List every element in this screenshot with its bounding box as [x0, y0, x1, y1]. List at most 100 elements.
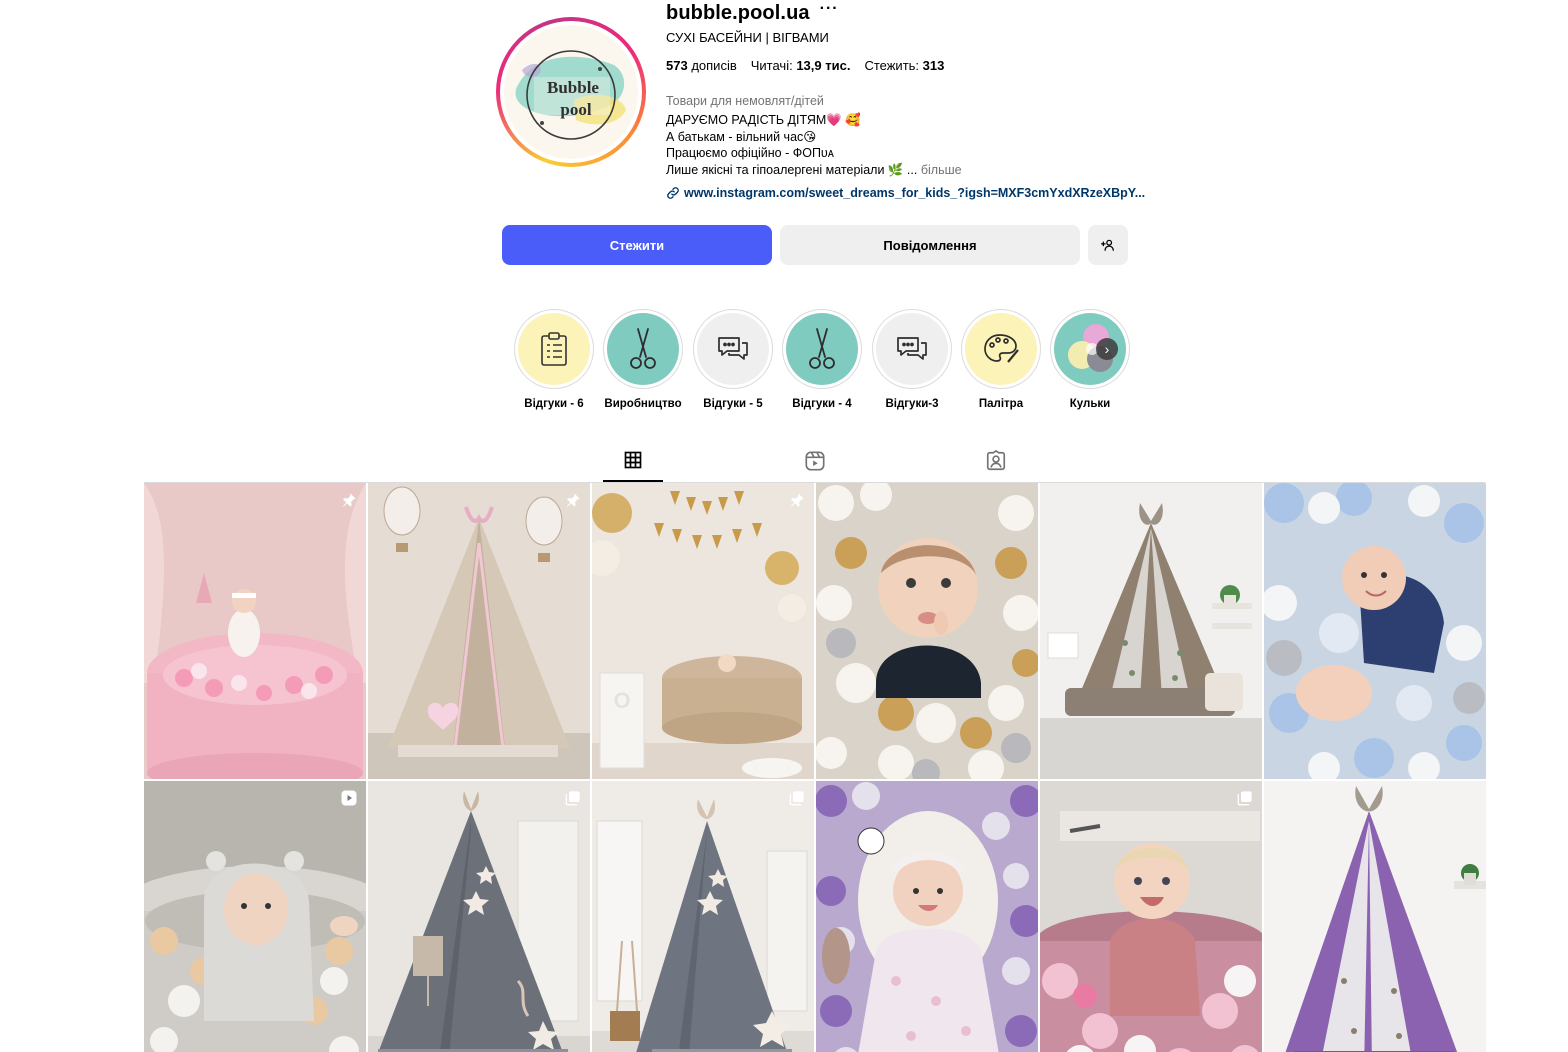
post-tile[interactable] — [1264, 483, 1486, 779]
post-image — [592, 781, 814, 1052]
followers-label: Читачі: — [750, 58, 793, 73]
carousel-icon — [1236, 789, 1254, 807]
clipboard-icon — [541, 332, 567, 366]
tab-reels[interactable] — [785, 448, 845, 482]
bio-line: ДАРУЄМО РАДІСТЬ ДІТЯМ💗 🥰 — [666, 113, 861, 127]
chat-bubbles-icon — [897, 337, 927, 360]
highlight-label: Виробництво — [604, 398, 682, 410]
link-icon — [667, 187, 679, 199]
highlight-ring: › — [1050, 309, 1130, 389]
highlight-cover: › — [1054, 313, 1126, 385]
posts-count-label: дописів — [691, 58, 737, 73]
highlight-cover — [607, 313, 679, 385]
grid-icon — [624, 451, 642, 469]
highlight-item[interactable]: Відгуки-3 — [872, 309, 952, 411]
carousel-icon — [788, 789, 806, 807]
post-tile[interactable] — [592, 781, 814, 1052]
post-image — [368, 781, 590, 1052]
post-image — [1264, 483, 1486, 779]
suggested-accounts-button[interactable] — [1088, 225, 1128, 265]
bio-line: Працюємо офіційно - ФОПᴜᴀ — [666, 146, 834, 160]
post-image — [144, 483, 366, 779]
highlight-ring — [872, 309, 952, 389]
profile-category: Товари для немовлят/дітей — [666, 94, 824, 108]
highlight-label: Відгуки - 5 — [703, 398, 763, 410]
pin-icon — [788, 491, 806, 509]
highlights-next-arrow[interactable]: › — [1096, 338, 1118, 360]
tagged-icon — [986, 450, 1006, 471]
svg-text:O: O — [613, 688, 630, 713]
tab-posts[interactable] — [603, 448, 663, 482]
post-image: O — [592, 483, 814, 779]
post-image — [1040, 483, 1262, 779]
reels-icon — [805, 451, 825, 471]
post-tile[interactable] — [368, 483, 590, 779]
profile-username: bubble.pool.ua — [666, 2, 810, 24]
post-tile[interactable]: O — [592, 483, 814, 779]
highlight-ring — [961, 309, 1041, 389]
profile-info: bubble.pool.ua ··· СУХІ БАСЕЙНИ | ВІГВАМ… — [666, 0, 1146, 201]
username-row: bubble.pool.ua ··· — [666, 0, 1146, 26]
pin-icon — [564, 491, 582, 509]
post-tile[interactable] — [144, 483, 366, 779]
highlight-cover — [876, 313, 948, 385]
highlight-item[interactable]: Палітра — [961, 309, 1041, 411]
add-person-icon — [1101, 239, 1114, 251]
profile-full-name: СУХІ БАСЕЙНИ | ВІГВАМИ — [666, 30, 829, 45]
post-tile[interactable] — [1040, 483, 1262, 779]
post-image — [368, 483, 590, 779]
highlight-item[interactable]: Відгуки - 5 — [693, 309, 773, 411]
posts-count: 573 дописів — [666, 58, 737, 74]
highlight-label: Кульки — [1069, 398, 1111, 410]
followers-value: 13,9 тис. — [796, 58, 851, 73]
following-link[interactable]: Стежить: 313 — [864, 58, 944, 74]
following-value: 313 — [922, 58, 945, 73]
highlight-ring — [514, 309, 594, 389]
highlight-cover — [965, 313, 1037, 385]
profile-bio: ДАРУЄМО РАДІСТЬ ДІТЯМ💗 🥰 А батькам - віл… — [666, 112, 1146, 178]
post-tile[interactable] — [816, 781, 1038, 1052]
profile-avatar[interactable]: Bubble pool — [496, 17, 646, 167]
post-tile[interactable] — [1264, 781, 1486, 1052]
highlight-item[interactable]: Виробництво — [603, 309, 683, 411]
follow-button[interactable]: Стежити — [502, 225, 772, 265]
highlight-label: Відгуки - 6 — [524, 398, 584, 410]
more-options-icon[interactable]: ··· — [820, 1, 839, 17]
avatar-logo: Bubble pool — [504, 25, 638, 159]
chat-bubbles-icon — [718, 337, 748, 360]
post-image — [816, 781, 1038, 1052]
post-tile[interactable] — [144, 781, 366, 1052]
bio-last-line: Лише якісні та гіпоалергені матеріали 🌿 … — [666, 162, 1146, 179]
scissors-icon — [630, 328, 656, 369]
highlight-cover — [518, 313, 590, 385]
avatar-inner: Bubble pool — [500, 21, 642, 163]
carousel-icon — [564, 789, 582, 807]
post-image — [1264, 781, 1486, 1052]
post-image — [1040, 781, 1262, 1052]
message-button[interactable]: Повідомлення — [780, 225, 1080, 265]
followers-link[interactable]: Читачі: 13,9 тис. — [751, 58, 851, 74]
following-label: Стежить: — [864, 58, 920, 73]
highlight-ring — [782, 309, 862, 389]
posts-grid: O — [144, 483, 1486, 1052]
post-tile[interactable] — [368, 781, 590, 1052]
profile-link-text: www.instagram.com/sweet_dreams_for_kids_… — [684, 186, 1146, 200]
bio-line: А батькам - вільний час😘 — [666, 129, 817, 144]
bio-more-link[interactable]: більше — [921, 163, 962, 177]
tab-tagged[interactable] — [966, 448, 1026, 482]
highlight-cover — [786, 313, 858, 385]
post-image — [816, 483, 1038, 779]
highlight-item[interactable]: › Кульки — [1050, 309, 1130, 411]
post-tile[interactable] — [816, 483, 1038, 779]
highlight-item[interactable]: Відгуки - 6 — [514, 309, 594, 411]
highlight-label: Відгуки - 4 — [792, 398, 852, 410]
highlight-cover — [697, 313, 769, 385]
highlight-item[interactable]: Відгуки - 4 — [782, 309, 862, 411]
highlight-ring — [693, 309, 773, 389]
posts-count-value: 573 — [666, 58, 688, 73]
palette-icon — [984, 334, 1019, 363]
highlight-label: Відгуки-3 — [885, 398, 939, 410]
post-image — [144, 781, 366, 1052]
post-tile[interactable] — [1040, 781, 1262, 1052]
profile-external-link[interactable]: www.instagram.com/sweet_dreams_for_kids_… — [666, 185, 1146, 201]
